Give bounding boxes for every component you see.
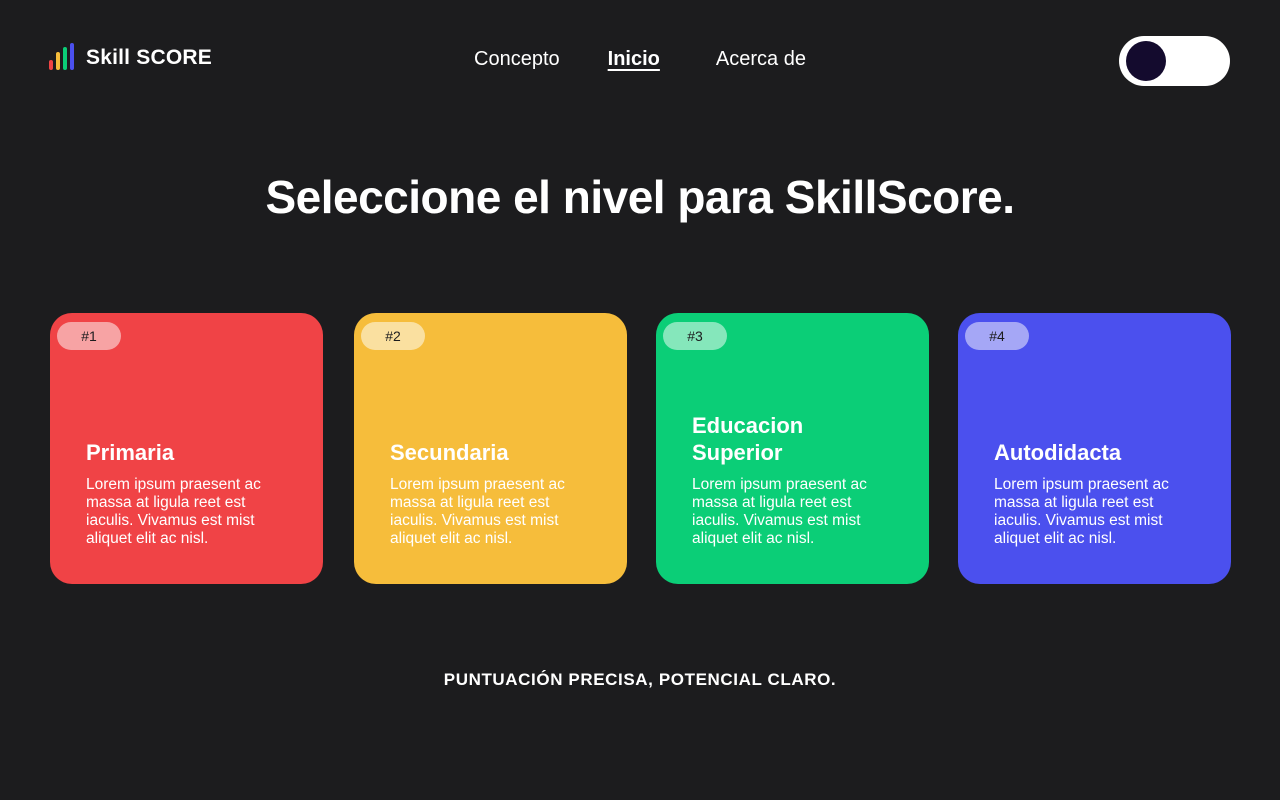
level-card-secundaria[interactable]: #2 Secundaria Lorem ipsum praesent ac ma… (354, 313, 627, 584)
card-body: Secundaria Lorem ipsum praesent ac massa… (390, 439, 597, 548)
card-description: Lorem ipsum praesent ac massa at ligula … (692, 476, 867, 547)
card-badge: #1 (57, 322, 121, 350)
card-title: Autodidacta (994, 440, 1122, 465)
logo-bar-2 (56, 52, 60, 70)
card-description: Lorem ipsum praesent ac massa at ligula … (86, 476, 261, 547)
level-card-autodidacta[interactable]: #4 Autodidacta Lorem ipsum praesent ac m… (958, 313, 1231, 584)
card-description: Lorem ipsum praesent ac massa at ligula … (390, 476, 565, 547)
nav-link-concepto[interactable]: Concepto (474, 48, 560, 71)
nav-link-inicio[interactable]: Inicio (608, 48, 660, 71)
level-card-educacion-superior[interactable]: #3 Educacion Superior Lorem ipsum praese… (656, 313, 929, 584)
card-title: Educacion Superior (692, 413, 804, 465)
card-body: Autodidacta Lorem ipsum praesent ac mass… (994, 439, 1201, 548)
logo-text-score: SCORE (136, 46, 212, 69)
skillscore-logo-icon (49, 43, 74, 70)
nav-items: Concepto Inicio Acerca de (474, 48, 806, 71)
card-badge: #2 (361, 322, 425, 350)
card-body: Primaria Lorem ipsum praesent ac massa a… (86, 439, 293, 548)
card-badge: #4 (965, 322, 1029, 350)
logo-bar-4 (70, 43, 74, 70)
card-badge: #3 (663, 322, 727, 350)
nav-link-acerca-de[interactable]: Acerca de (716, 48, 806, 71)
logo-text: Skill SCORE (86, 46, 212, 70)
page-title: Seleccione el nivel para SkillScore. (265, 171, 1015, 223)
card-body: Educacion Superior Lorem ipsum praesent … (692, 412, 899, 548)
footer-tagline: PUNTUACIÓN PRECISA, POTENCIAL CLARO. (443, 670, 837, 689)
toggle-knob (1126, 41, 1166, 81)
logo-bar-1 (49, 60, 53, 70)
theme-toggle[interactable] (1119, 36, 1230, 86)
logo-bar-3 (63, 47, 67, 70)
logo[interactable]: Skill SCORE (48, 42, 212, 74)
card-title: Secundaria (390, 440, 509, 465)
card-title: Primaria (86, 440, 175, 465)
level-card-primaria[interactable]: #1 Primaria Lorem ipsum praesent ac mass… (50, 313, 323, 584)
logo-text-skill: Skill (86, 46, 131, 69)
card-description: Lorem ipsum praesent ac massa at ligula … (994, 476, 1169, 547)
